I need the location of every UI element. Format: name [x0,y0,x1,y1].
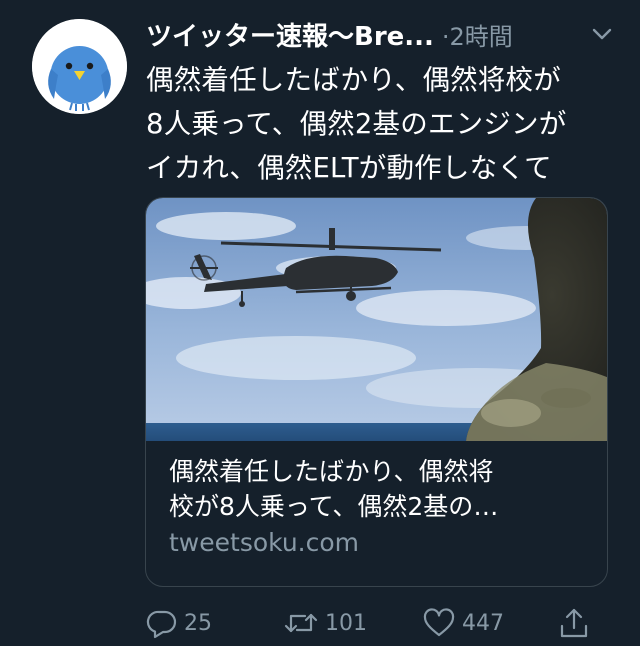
tweet-text-line: 偶然着任したばかり、偶然将校が [146,64,561,96]
tweet-text-line: 8人乗って、偶然2基のエンジンが [146,108,567,140]
link-preview-card[interactable]: 偶然着任したばかり、偶然将 校が8人乗って、偶然2基の… tweetsoku.c… [145,197,608,587]
retweet-icon [283,607,319,639]
retweet-button[interactable]: 101 [283,604,367,642]
tweet-text: 偶然着任したばかり、偶然将校が 8人乗って、偶然2基のエンジンが イカれ、偶然E… [146,58,616,190]
card-title: 偶然着任したばかり、偶然将 校が8人乗って、偶然2基の… [169,454,589,524]
reply-count: 25 [184,610,212,636]
blue-bird-icon [32,19,127,114]
reply-bubble-icon [146,607,178,639]
like-count: 447 [462,610,504,636]
card-image [146,198,607,441]
share-icon [558,606,590,640]
reply-button[interactable]: 25 [146,604,212,642]
card-title-line: 校が8人乗って、偶然2基の… [169,492,499,521]
tweet-timestamp[interactable]: ·2時間 [442,17,513,52]
card-title-line: 偶然着任したばかり、偶然将 [169,457,494,486]
chevron-down-icon[interactable] [590,22,614,46]
retweet-count: 101 [325,610,367,636]
author-avatar[interactable] [32,19,127,114]
share-button[interactable] [558,604,590,642]
heart-icon [422,607,456,639]
card-domain: tweetsoku.com [169,528,360,557]
tweet-text-line: イカれ、偶然ELTが動作しなくて [146,152,552,184]
like-button[interactable]: 447 [422,604,504,642]
card-body: 偶然着任したばかり、偶然将 校が8人乗って、偶然2基の… tweetsoku.c… [169,454,589,561]
tweet-header: ツイッター速報〜Bre... ·2時間 [146,14,616,54]
author-name[interactable]: ツイッター速報〜Bre... [146,16,434,53]
tweet-actions-bar: 25 101 447 [146,604,606,642]
